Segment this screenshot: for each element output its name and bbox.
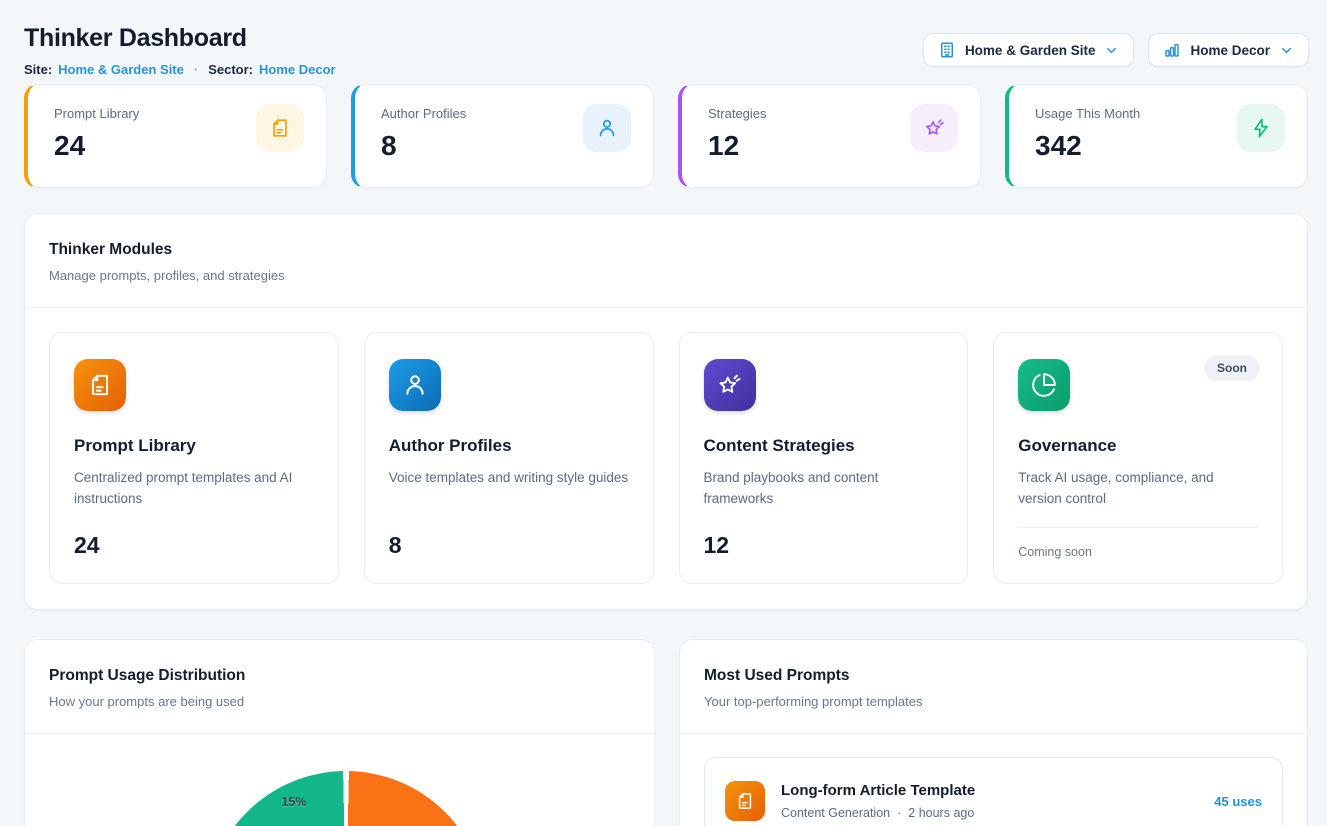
- bottom-row: Prompt Usage Distribution How your promp…: [24, 639, 1308, 826]
- module-title: Content Strategies: [704, 436, 944, 456]
- modules-panel-header: Thinker Modules Manage prompts, profiles…: [25, 214, 1307, 308]
- building-icon: [938, 41, 956, 59]
- coming-soon-label: Coming soon: [1018, 545, 1258, 559]
- module-description: Brand playbooks and content frameworks: [704, 468, 944, 510]
- bar-chart-icon: [1163, 41, 1181, 59]
- stat-card-prompt-library: Prompt Library 24: [24, 84, 327, 188]
- module-description: Centralized prompt templates and AI inst…: [74, 468, 314, 510]
- header-actions: Home & Garden Site Home Decor: [923, 33, 1309, 67]
- most-used-title: Most Used Prompts: [704, 667, 1283, 685]
- module-count: 12: [704, 532, 944, 559]
- most-used-prompts-card: Most Used Prompts Your top-performing pr…: [679, 639, 1308, 826]
- site-dropdown[interactable]: Home & Garden Site: [923, 33, 1135, 67]
- prompt-item-body: Long-form Article Template Content Gener…: [781, 782, 975, 820]
- document-icon: [74, 359, 126, 411]
- site-dropdown-label: Home & Garden Site: [965, 43, 1096, 58]
- usage-chart-header: Prompt Usage Distribution How your promp…: [25, 640, 654, 734]
- document-icon: [725, 781, 765, 821]
- module-count: 8: [389, 532, 629, 559]
- stat-card-author-profiles: Author Profiles 8: [351, 84, 654, 188]
- donut-segment-label: 15%: [281, 795, 306, 809]
- site-label: Site:: [24, 62, 52, 77]
- modules-panel-subtitle: Manage prompts, profiles, and strategies: [49, 268, 1283, 283]
- stats-row: Prompt Library 24 Author Profiles 8 Stra…: [24, 84, 1308, 188]
- most-used-subtitle: Your top-performing prompt templates: [704, 694, 1283, 709]
- module-description: Track AI usage, compliance, and version …: [1018, 468, 1258, 510]
- prompt-item-time: 2 hours ago: [908, 806, 974, 820]
- prompt-item-title: Long-form Article Template: [781, 782, 975, 799]
- module-card-governance[interactable]: Soon Governance Track AI usage, complian…: [993, 332, 1283, 584]
- module-title: Governance: [1018, 436, 1258, 456]
- sector-dropdown[interactable]: Home Decor: [1148, 33, 1309, 67]
- breadcrumb-separator: ·: [194, 62, 198, 77]
- modules-panel-title: Thinker Modules: [49, 241, 1283, 259]
- sector-link[interactable]: Home Decor: [259, 62, 336, 77]
- module-title: Author Profiles: [389, 436, 629, 456]
- user-icon: [583, 104, 631, 152]
- chevron-down-icon: [1104, 43, 1119, 58]
- meta-separator: ·: [897, 806, 901, 820]
- most-used-header: Most Used Prompts Your top-performing pr…: [680, 640, 1307, 734]
- module-count: 24: [74, 532, 314, 559]
- lightning-icon: [1237, 104, 1285, 152]
- module-title: Prompt Library: [74, 436, 314, 456]
- modules-panel: Thinker Modules Manage prompts, profiles…: [24, 213, 1308, 610]
- donut-chart: 15%: [25, 734, 654, 826]
- user-icon: [389, 359, 441, 411]
- page-title: Thinker Dashboard: [24, 24, 247, 53]
- prompt-list-item[interactable]: Long-form Article Template Content Gener…: [704, 757, 1283, 826]
- usage-distribution-card: Prompt Usage Distribution How your promp…: [24, 639, 655, 826]
- sparkle-star-icon: [704, 359, 756, 411]
- breadcrumb: Site: Home & Garden Site · Sector: Home …: [24, 62, 336, 77]
- usage-chart-title: Prompt Usage Distribution: [49, 667, 630, 685]
- usage-chart-subtitle: How your prompts are being used: [49, 694, 630, 709]
- prompt-item-category: Content Generation: [781, 806, 890, 820]
- module-description: Voice templates and writing style guides: [389, 468, 629, 489]
- divider: [1018, 527, 1258, 528]
- donut-ring: [206, 771, 486, 826]
- stat-card-usage: Usage This Month 342: [1005, 84, 1308, 188]
- pie-chart-icon: [1018, 359, 1070, 411]
- prompt-item-meta: Content Generation · 2 hours ago: [781, 806, 975, 820]
- chevron-down-icon: [1279, 43, 1294, 58]
- soon-badge: Soon: [1204, 355, 1260, 381]
- module-card-prompt-library[interactable]: Prompt Library Centralized prompt templa…: [49, 332, 339, 584]
- prompt-item-uses-badge: 45 uses: [1214, 794, 1262, 809]
- sparkle-star-icon: [910, 104, 958, 152]
- site-link[interactable]: Home & Garden Site: [58, 62, 184, 77]
- modules-grid: Prompt Library Centralized prompt templa…: [25, 308, 1307, 608]
- document-icon: [256, 104, 304, 152]
- stat-card-strategies: Strategies 12: [678, 84, 981, 188]
- module-card-content-strategies[interactable]: Content Strategies Brand playbooks and c…: [679, 332, 969, 584]
- module-card-author-profiles[interactable]: Author Profiles Voice templates and writ…: [364, 332, 654, 584]
- sector-dropdown-label: Home Decor: [1190, 43, 1270, 58]
- sector-label: Sector:: [208, 62, 253, 77]
